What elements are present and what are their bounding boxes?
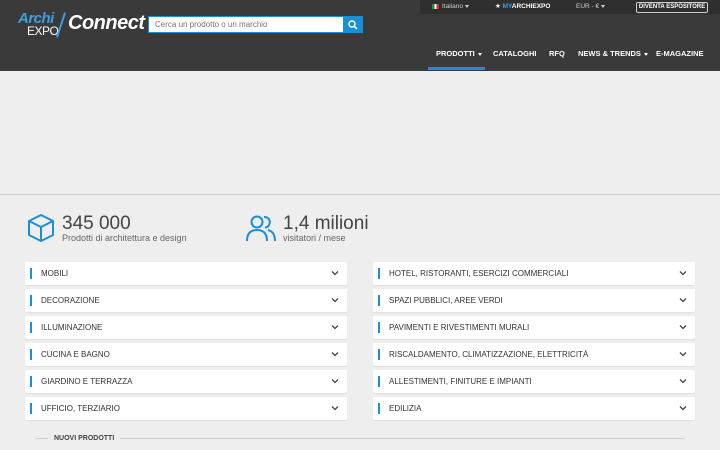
banner-area [0,71,720,195]
category-illuminazione[interactable]: ILLUMINAZIONE [25,316,347,339]
category-marker [378,268,380,279]
category-marker [378,295,380,306]
chevron-down-icon [679,352,687,357]
category-marker [378,403,380,414]
caret-down-icon [601,4,606,8]
category-giardino-terrazza[interactable]: GIARDINO E TERRAZZA [25,370,347,393]
section-title-new-products: NUOVI PRODOTTI [48,434,121,443]
stat-products-caption: Prodotti di architettura e design [62,233,187,243]
category-marker [30,322,32,333]
category-hotel-ristoranti[interactable]: HOTEL, RISTORANTI, ESERCIZI COMMERCIALI [373,262,695,285]
nav-label: PRODOTTI [436,49,475,58]
language-label: Italiano [442,3,463,10]
chevron-down-icon [331,379,339,384]
category-marker [30,376,32,387]
category-marker [378,322,380,333]
category-marker [378,349,380,360]
stat-visitors-caption: visitatori / mese [283,233,346,243]
chevron-down-icon [331,325,339,330]
currency-label: EUR - € [576,3,600,10]
nav-news-trends[interactable]: NEWS & TRENDS [578,49,648,59]
search-bar [148,16,363,33]
chevron-down-icon [477,52,482,56]
nav-label: CATALOGHI [493,49,537,58]
search-input[interactable] [148,16,343,33]
chevron-down-icon [331,298,339,303]
category-riscaldamento[interactable]: RISCALDAMENTO, CLIMATIZZAZIONE, ELETTRIC… [373,343,695,366]
category-label: ALLESTIMENTI, FINITURE E IMPIANTI [389,377,532,386]
chevron-down-icon [331,406,339,411]
nav-cataloghi[interactable]: CATALOGHI [493,49,536,59]
category-marker [30,268,32,279]
chevron-down-icon [679,379,687,384]
nav-label: NEWS & TRENDS [578,49,641,58]
section-divider [35,438,685,439]
logo-expo: EXPO [27,24,59,38]
chevron-down-icon [643,52,648,56]
category-label: UFFICIO, TERZIARIO [41,404,120,413]
category-marker [378,376,380,387]
users-icon [246,215,276,242]
chevron-down-icon [679,271,687,276]
nav-label: E-MAGAZINE [656,49,704,58]
cube-icon [28,214,54,242]
category-label: DECORAZIONE [41,296,100,305]
category-decorazione[interactable]: DECORAZIONE [25,289,347,312]
category-marker [30,349,32,360]
my-prefix: MY [502,3,512,10]
category-cucina-bagno[interactable]: CUCINA E BAGNO [25,343,347,366]
category-mobili[interactable]: MOBILI [25,262,347,285]
become-exhibitor-button[interactable]: DIVENTA ESPOSITORE [636,2,708,13]
stat-visitors-value: 1,4 milioni [283,213,369,234]
currency-selector[interactable]: EUR - € [576,3,606,11]
category-ufficio-terziario[interactable]: UFFICIO, TERZIARIO [25,397,347,420]
category-label: GIARDINO E TERRAZZA [41,377,133,386]
site-header: Archi EXPO Connect Italiano ★ MYARCHIEXP… [0,0,720,71]
category-spazi-pubblici[interactable]: SPAZI PUBBLICI, AREE VERDI [373,289,695,312]
category-allestimenti[interactable]: ALLESTIMENTI, FINITURE E IMPIANTI [373,370,695,393]
category-label: HOTEL, RISTORANTI, ESERCIZI COMMERCIALI [389,269,569,278]
chevron-down-icon [679,298,687,303]
italy-flag-icon [432,3,439,9]
caret-down-icon [464,4,469,8]
search-icon [348,19,358,30]
logo[interactable]: Archi EXPO Connect [18,10,145,38]
category-pavimenti-rivestimenti[interactable]: PAVIMENTI E RIVESTIMENTI MURALI [373,316,695,339]
category-label: EDILIZIA [389,404,422,413]
my-archiexpo-link[interactable]: ★ MYARCHIEXPO [495,3,550,11]
language-selector[interactable]: Italiano [432,3,469,11]
category-marker [30,295,32,306]
category-label: ILLUMINAZIONE [41,323,103,332]
category-label: CUCINA E BAGNO [41,350,110,359]
chevron-down-icon [679,406,687,411]
category-edilizia[interactable]: EDILIZIA [373,397,695,420]
nav-rfq[interactable]: RFQ [549,49,565,59]
stat-products-value: 345 000 [62,213,131,234]
category-label: MOBILI [41,269,69,278]
nav-label: RFQ [549,49,565,58]
chevron-down-icon [679,325,687,330]
chevron-down-icon [331,352,339,357]
search-button[interactable] [343,16,363,33]
nav-active-indicator [428,67,485,70]
nav-e-magazine[interactable]: E-MAGAZINE [656,49,704,59]
nav-prodotti[interactable]: PRODOTTI [436,49,482,59]
category-marker [30,403,32,414]
my-site-label: ARCHIEXPO [511,3,551,10]
logo-connect: Connect [68,12,145,34]
category-label: PAVIMENTI E RIVESTIMENTI MURALI [389,323,530,332]
category-label: RISCALDAMENTO, CLIMATIZZAZIONE, ELETTRIC… [389,350,589,359]
star-icon: ★ [495,3,501,10]
chevron-down-icon [331,271,339,276]
category-label: SPAZI PUBBLICI, AREE VERDI [389,296,503,305]
